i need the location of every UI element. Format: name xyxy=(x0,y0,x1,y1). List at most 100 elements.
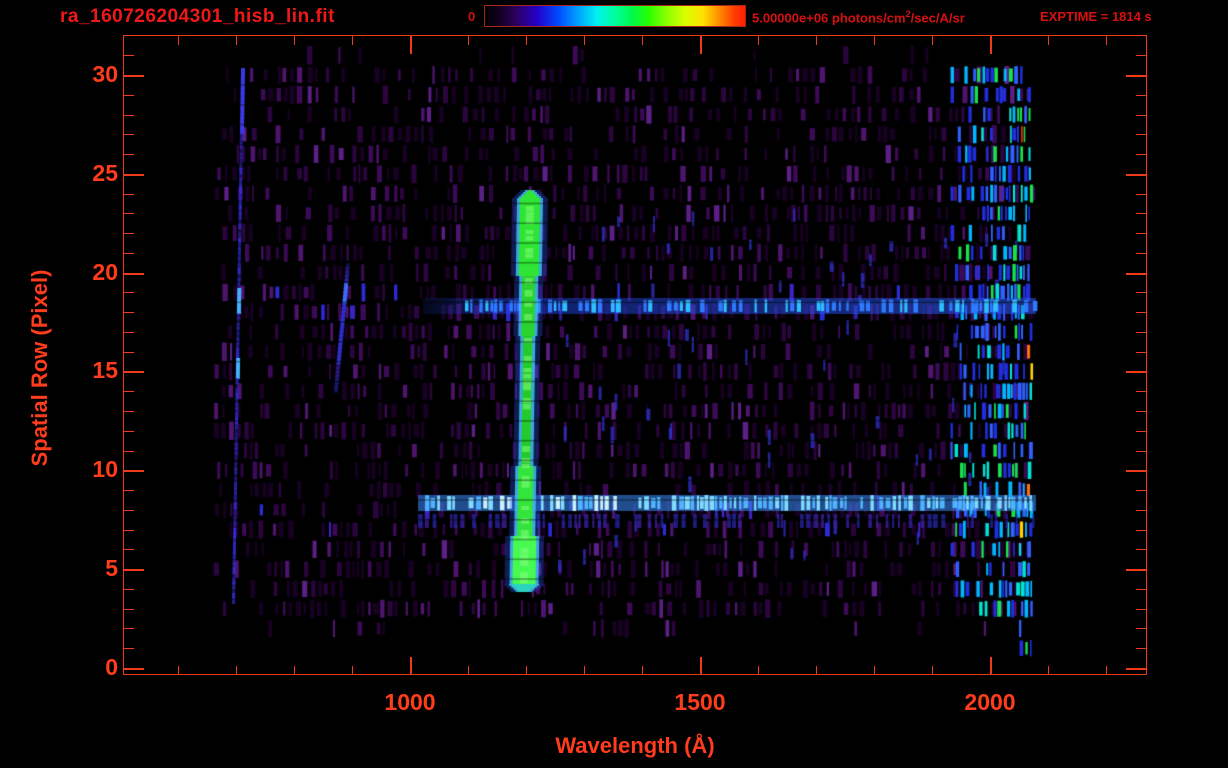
y-tick-label: 0 xyxy=(105,653,118,680)
x-minor-tick xyxy=(584,36,585,45)
y-minor-tick xyxy=(1136,134,1146,136)
y-major-tick xyxy=(124,470,144,473)
x-minor-tick xyxy=(526,666,527,675)
colorbar-max-label: 5.00000e+06 photons/cm2/sec/A/sr xyxy=(752,9,965,25)
y-major-tick xyxy=(1126,173,1146,176)
x-minor-tick xyxy=(352,36,353,45)
x-major-tick xyxy=(410,657,412,675)
x-tick-label: 1500 xyxy=(674,689,726,715)
x-minor-tick xyxy=(1106,666,1107,675)
y-minor-tick xyxy=(124,450,134,452)
y-minor-tick xyxy=(1136,411,1146,413)
y-minor-tick xyxy=(124,628,134,630)
y-major-tick xyxy=(124,272,144,275)
y-axis-title: Spatial Row (Pixel) xyxy=(27,269,52,467)
colorbar-gradient xyxy=(484,5,746,27)
y-minor-tick xyxy=(1136,430,1146,432)
x-minor-tick xyxy=(178,36,179,45)
y-tick-label: 10 xyxy=(92,456,118,483)
y-minor-tick xyxy=(124,608,134,610)
y-minor-tick xyxy=(1136,450,1146,452)
y-major-tick xyxy=(124,371,144,374)
y-major-tick xyxy=(1126,668,1146,670)
y-minor-tick xyxy=(124,331,134,333)
y-minor-tick xyxy=(1136,213,1146,215)
y-major-tick xyxy=(1126,569,1146,572)
x-minor-tick xyxy=(352,666,353,675)
y-minor-tick xyxy=(1136,233,1146,235)
y-minor-tick xyxy=(124,134,134,136)
y-minor-tick xyxy=(1136,154,1146,156)
y-minor-tick xyxy=(124,312,134,314)
exptime-label: EXPTIME = 1814 s xyxy=(1040,9,1152,24)
x-minor-tick xyxy=(294,666,295,675)
y-minor-tick xyxy=(1136,114,1146,116)
y-minor-tick xyxy=(1136,608,1146,610)
x-minor-tick xyxy=(874,36,875,45)
x-major-tick xyxy=(990,657,992,675)
y-minor-tick xyxy=(124,351,134,353)
x-minor-tick xyxy=(816,36,817,45)
x-minor-tick xyxy=(932,36,933,45)
y-minor-tick xyxy=(124,233,134,235)
y-minor-tick xyxy=(1136,351,1146,353)
y-minor-tick xyxy=(1136,193,1146,195)
y-minor-tick xyxy=(1136,509,1146,511)
x-major-tick xyxy=(410,36,412,54)
y-minor-tick xyxy=(124,213,134,215)
y-minor-tick xyxy=(124,430,134,432)
y-minor-tick xyxy=(1136,529,1146,531)
y-minor-tick xyxy=(124,55,134,57)
y-minor-tick xyxy=(1136,312,1146,314)
y-minor-tick xyxy=(1136,252,1146,254)
y-minor-tick xyxy=(1136,588,1146,590)
x-major-tick xyxy=(990,36,992,54)
x-minor-tick xyxy=(1048,666,1049,675)
x-major-tick xyxy=(700,36,702,54)
x-minor-tick xyxy=(236,666,237,675)
plot-frame xyxy=(123,35,1147,675)
y-minor-tick xyxy=(124,411,134,413)
x-minor-tick xyxy=(468,36,469,45)
y-minor-tick xyxy=(1136,391,1146,393)
y-major-tick xyxy=(1126,371,1146,374)
spectral-image-viewer: ra_160726204301_hisb_lin.fit 0 5.00000e+… xyxy=(0,0,1228,768)
x-axis-title: Wavelength (Å) xyxy=(555,733,715,758)
x-minor-tick xyxy=(932,666,933,675)
colorbar-max-value: 5.00000e+06 photons/cm xyxy=(752,10,906,26)
x-minor-tick xyxy=(1048,36,1049,45)
colorbar-max-suffix: /sec/A/sr xyxy=(910,10,965,26)
y-tick-label: 25 xyxy=(92,159,118,186)
x-tick-label: 1000 xyxy=(384,689,436,715)
y-tick-label: 5 xyxy=(105,555,118,582)
y-minor-tick xyxy=(124,114,134,116)
y-minor-tick xyxy=(124,252,134,254)
y-minor-tick xyxy=(1136,648,1146,650)
x-minor-tick xyxy=(584,666,585,675)
x-minor-tick xyxy=(874,666,875,675)
y-major-tick xyxy=(124,668,144,670)
y-major-tick xyxy=(1126,272,1146,275)
y-minor-tick xyxy=(124,648,134,650)
y-major-tick xyxy=(124,173,144,176)
y-tick-label: 30 xyxy=(92,60,118,87)
y-minor-tick xyxy=(1136,331,1146,333)
x-minor-tick xyxy=(526,36,527,45)
y-minor-tick xyxy=(124,154,134,156)
y-minor-tick xyxy=(1136,549,1146,551)
y-tick-label: 20 xyxy=(92,258,118,285)
plot-title: ra_160726204301_hisb_lin.fit xyxy=(60,6,335,27)
y-minor-tick xyxy=(124,193,134,195)
y-minor-tick xyxy=(124,292,134,294)
y-minor-tick xyxy=(124,588,134,590)
x-major-tick xyxy=(700,657,702,675)
x-minor-tick xyxy=(236,36,237,45)
x-minor-tick xyxy=(816,666,817,675)
x-minor-tick xyxy=(758,666,759,675)
colorbar-min-label: 0 xyxy=(468,9,476,24)
y-minor-tick xyxy=(124,549,134,551)
y-minor-tick xyxy=(1136,55,1146,57)
x-tick-label: 2000 xyxy=(964,689,1016,715)
x-minor-tick xyxy=(642,666,643,675)
y-minor-tick xyxy=(124,94,134,96)
